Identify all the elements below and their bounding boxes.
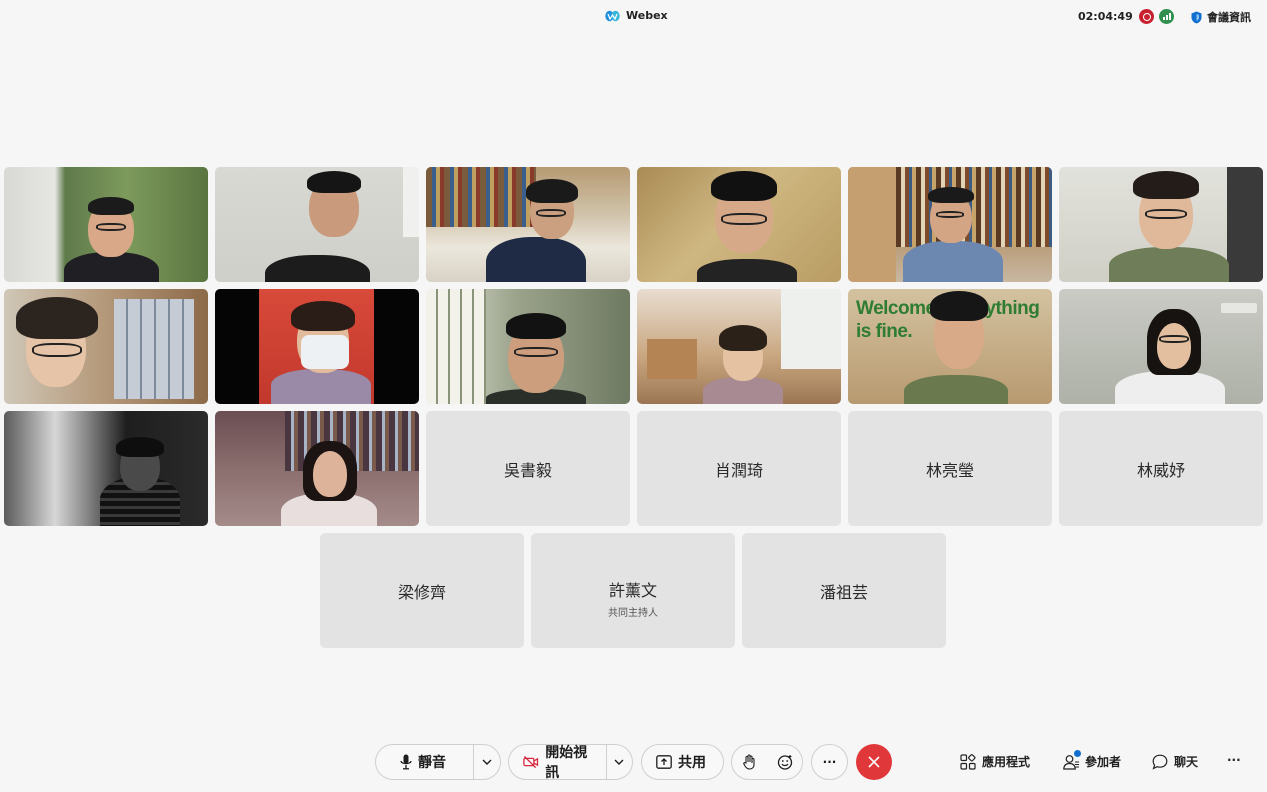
meeting-clock: 02:04:49 (1078, 10, 1133, 23)
raise-hand-button[interactable] (732, 745, 768, 779)
video-tile[interactable] (848, 167, 1052, 282)
reactions-control (731, 744, 803, 780)
participants-label: 參加者 (1085, 755, 1122, 769)
more-label: ··· (822, 755, 837, 769)
webex-logo-icon (605, 10, 620, 21)
share-button[interactable]: 共用 (641, 744, 724, 780)
shield-icon (1191, 11, 1202, 23)
video-tile[interactable] (215, 289, 419, 404)
video-tile[interactable] (637, 289, 841, 404)
meeting-info-button[interactable]: 會議資訊 (1191, 9, 1251, 25)
video-control: 開始視訊 (508, 744, 633, 781)
apps-label: 應用程式 (982, 755, 1031, 769)
participant-name: 林威妤 (1136, 460, 1185, 480)
video-tile[interactable]: Welcome! Everything is fine. (848, 289, 1052, 404)
app-name: Webex (626, 9, 668, 22)
mute-label: 靜音 (418, 755, 446, 771)
video-tile[interactable] (215, 167, 419, 282)
meeting-info-label: 會議資訊 (1207, 11, 1251, 24)
video-tile[interactable] (4, 167, 208, 282)
chat-button[interactable]: 聊天 (1152, 753, 1198, 770)
chat-label: 聊天 (1174, 755, 1199, 769)
participant-name: 梁修齊 (397, 582, 446, 602)
participant-role: 共同主持人 (608, 607, 658, 619)
participant-name: 許薰文 (608, 580, 657, 600)
participant-tile[interactable]: 梁修齊 (320, 533, 524, 648)
video-label: 開始視訊 (545, 745, 588, 781)
share-content: 共用 (642, 745, 716, 779)
chevron-down-icon (614, 759, 624, 765)
participant-tile[interactable]: 許薰文 共同主持人 (531, 533, 735, 648)
video-tile[interactable] (426, 289, 630, 404)
microphone-icon (400, 754, 412, 770)
participant-tile[interactable]: 潘祖芸 (742, 533, 946, 648)
video-off-icon (523, 755, 539, 769)
apps-button[interactable]: 應用程式 (960, 753, 1030, 770)
video-tile[interactable] (426, 167, 630, 282)
top-bar: Webex 02:04:49 會議資訊 (0, 0, 1267, 34)
close-icon (868, 756, 880, 768)
video-tile[interactable] (215, 411, 419, 526)
participant-name: 林亮瑩 (925, 460, 974, 480)
participant-tile[interactable]: 林威妤 (1059, 411, 1263, 526)
mute-button[interactable]: 靜音 (376, 745, 473, 779)
participant-name: 潘祖芸 (819, 582, 868, 602)
chat-bubble-icon (1152, 754, 1168, 770)
leave-meeting-button[interactable] (856, 744, 892, 780)
app-title: Webex (605, 9, 668, 22)
participants-button[interactable]: 參加者 (1063, 749, 1122, 770)
emoji-reaction-icon (777, 755, 793, 770)
video-tile[interactable] (637, 167, 841, 282)
video-options-button[interactable] (607, 745, 631, 779)
meeting-controls: 靜音 開始視訊 共用 ··· 應用程式 參加者 聊天 ··· (0, 744, 1267, 781)
share-screen-icon (656, 755, 672, 769)
participant-name: 肖潤琦 (714, 460, 763, 480)
participant-name: 吳書毅 (503, 460, 552, 480)
participant-tile[interactable]: 林亮瑩 (848, 411, 1052, 526)
overflow-menu-button[interactable]: ··· (1227, 753, 1241, 767)
start-video-button[interactable]: 開始視訊 (509, 745, 606, 781)
chevron-down-icon (482, 759, 492, 765)
audio-options-button[interactable] (474, 745, 500, 779)
participant-tile[interactable]: 吳書毅 (426, 411, 630, 526)
raise-hand-icon (743, 754, 755, 770)
more-options-button[interactable]: ··· (811, 744, 848, 780)
recording-icon[interactable] (1139, 9, 1154, 24)
network-signal-icon[interactable] (1159, 9, 1174, 24)
share-label: 共用 (678, 755, 706, 771)
participants-icon-wrap (1063, 749, 1081, 770)
notification-dot (1074, 749, 1081, 757)
video-tile[interactable] (1059, 289, 1263, 404)
video-tile[interactable] (4, 411, 208, 526)
participant-tile[interactable]: 肖潤琦 (637, 411, 841, 526)
reactions-button[interactable] (768, 745, 793, 779)
overflow-label: ··· (1227, 753, 1241, 767)
video-tile[interactable] (4, 289, 208, 404)
video-tile[interactable] (1059, 167, 1263, 282)
mute-control: 靜音 (375, 744, 501, 780)
apps-grid-icon (960, 753, 976, 770)
